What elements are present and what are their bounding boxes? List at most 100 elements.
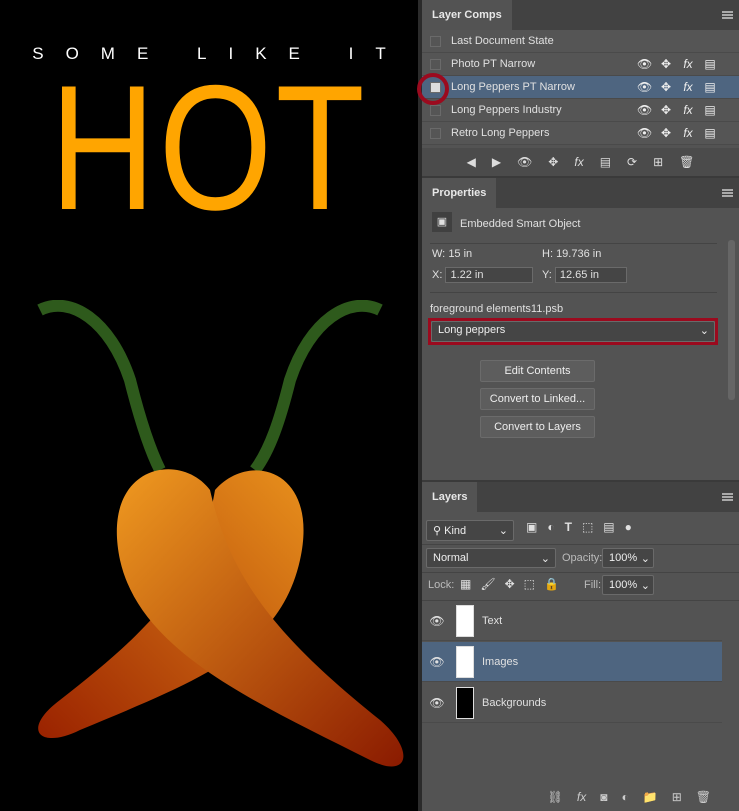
layer-row[interactable]: 👁 Images <box>422 642 722 682</box>
new-comp-icon[interactable]: ⊞ <box>653 155 663 169</box>
layer-thumbnail <box>456 686 474 719</box>
fill-input[interactable]: 100% ⌄ <box>602 575 654 595</box>
layer-comp-label: Long Peppers Industry <box>451 104 562 116</box>
smart-object-filter-icon[interactable]: ▤ <box>603 520 614 534</box>
x-input[interactable]: 1.22 in <box>445 267 534 283</box>
visibility-icon[interactable]: 👁 <box>637 80 652 94</box>
layer-row[interactable]: 👁 Backgrounds <box>422 683 722 723</box>
layer-name: Images <box>482 655 519 668</box>
position-comp-icon[interactable]: ✥ <box>548 155 558 169</box>
position-icon[interactable]: ✥ <box>659 80 673 94</box>
convert-to-layers-button[interactable]: Convert to Layers <box>480 416 595 438</box>
appearance-icon[interactable]: ▤ <box>703 103 717 117</box>
apply-comp-checkbox[interactable] <box>430 35 441 47</box>
w-label: W: <box>432 248 446 260</box>
update-icon[interactable]: ⟳ <box>627 155 637 169</box>
highlight-circle <box>417 73 449 105</box>
lock-position-icon[interactable]: ✥ <box>505 577 515 591</box>
lock-all-icon[interactable]: 🔒 <box>544 577 559 591</box>
tab-layers[interactable]: Layers <box>422 482 478 512</box>
blend-mode-select[interactable]: Normal ⌄ <box>426 548 556 568</box>
appearance-icon[interactable]: ▤ <box>703 57 717 71</box>
height-value: 19.736 in <box>556 248 602 260</box>
visibility-icon[interactable]: 👁 <box>637 103 652 117</box>
panel-menu-icon[interactable] <box>722 493 733 501</box>
apply-comp-checkbox[interactable] <box>430 104 441 116</box>
layer-comp-row[interactable]: Last Document State <box>422 30 739 53</box>
position-icon[interactable]: ✥ <box>659 57 673 71</box>
layer-comp-label: Last Document State <box>451 35 554 47</box>
visibility-icon[interactable]: 👁 <box>637 126 652 140</box>
filter-toggle[interactable]: ● <box>625 520 632 534</box>
appearance-comp-icon[interactable]: ▤ <box>600 155 611 169</box>
fx-icon[interactable]: fx <box>681 103 695 117</box>
adjustment-filter-icon[interactable]: ◐ <box>547 520 554 534</box>
scrollbar[interactable] <box>728 240 735 400</box>
position-icon[interactable]: ✥ <box>659 103 673 117</box>
trash-icon[interactable]: 🗑 <box>696 790 711 804</box>
appearance-icon[interactable]: ▤ <box>703 126 717 140</box>
layer-comp-row[interactable]: Retro Long Peppers 👁 ✥ fx ▤ <box>422 122 739 145</box>
layer-comp-select[interactable]: Long peppers ⌄ <box>431 321 715 342</box>
new-layer-icon[interactable]: ⊞ <box>672 790 682 804</box>
properties-panel: Properties ▣ Embedded Smart Object W: 15… <box>422 178 739 480</box>
layer-comp-row[interactable]: Long Peppers Industry 👁 ✥ fx ▤ <box>422 99 739 122</box>
adjustment-layer-icon[interactable]: ◐ <box>622 790 629 804</box>
edit-contents-button[interactable]: Edit Contents <box>480 360 595 382</box>
layer-comp-label: Photo PT Narrow <box>451 58 536 70</box>
lock-pixels-icon[interactable]: 🖌 <box>480 577 495 591</box>
layer-name: Backgrounds <box>482 696 547 709</box>
visibility-eye-icon[interactable]: 👁 <box>422 696 452 710</box>
search-icon: ⚲ <box>433 525 442 537</box>
visibility-icon[interactable]: 👁 <box>637 57 652 71</box>
visibility-comp-icon[interactable]: 👁 <box>517 155 532 169</box>
y-input[interactable]: 12.65 in <box>554 267 627 283</box>
apply-comp-checkbox[interactable] <box>430 58 441 70</box>
opacity-input[interactable]: 100% ⌄ <box>602 548 654 568</box>
visibility-eye-icon[interactable]: 👁 <box>422 655 452 669</box>
pixel-filter-icon[interactable]: ▣ <box>526 520 537 534</box>
h-label: H: <box>542 248 553 260</box>
fx-icon[interactable]: fx <box>681 126 695 140</box>
fx-comp-icon[interactable]: fx <box>574 155 583 169</box>
layer-comps-toolbar: ◀ ▶ 👁 ✥ fx ▤ ⟳ ⊞ 🗑 <box>422 148 739 176</box>
appearance-icon[interactable]: ▤ <box>703 80 717 94</box>
layer-comp-label: Long Peppers PT Narrow <box>451 81 575 93</box>
convert-to-linked-button[interactable]: Convert to Linked... <box>480 388 595 410</box>
kind-value: Kind <box>444 525 467 537</box>
previous-comp-icon[interactable]: ◀ <box>467 155 476 169</box>
layer-thumbnail <box>456 604 474 637</box>
chevron-down-icon: ⌄ <box>699 325 709 337</box>
layer-comp-row[interactable]: Long Peppers PT Narrow 👁 ✥ fx ▤ <box>422 76 739 99</box>
link-layers-icon[interactable]: ⛓ <box>548 790 563 804</box>
x-label: X: <box>432 269 443 281</box>
add-mask-icon[interactable]: ◙ <box>600 790 607 804</box>
panel-menu-icon[interactable] <box>722 11 733 19</box>
position-icon[interactable]: ✥ <box>659 126 673 140</box>
fx-icon[interactable]: fx <box>681 57 695 71</box>
visibility-eye-icon[interactable]: 👁 <box>422 614 452 628</box>
apply-comp-checkbox[interactable] <box>430 127 441 139</box>
panel-menu-icon[interactable] <box>722 189 733 197</box>
chili-peppers-image <box>37 300 404 767</box>
headline: HOT <box>50 48 368 247</box>
lock-transparency-icon[interactable]: ▦ <box>460 577 471 591</box>
layers-panel: Layers ⚲ Kind ⌄ ▣ ◐ T ⬚ ▤ ● Normal ⌄ Opacity: 1… <box>422 482 739 811</box>
kind-filter-select[interactable]: ⚲ Kind ⌄ <box>426 520 514 541</box>
new-group-icon[interactable]: 📁 <box>643 790 658 804</box>
opacity-label: Opacity: <box>562 552 603 564</box>
layer-row[interactable]: 👁 Text <box>422 601 722 641</box>
next-comp-icon[interactable]: ▶ <box>492 155 501 169</box>
lock-artboard-icon[interactable]: ⬚ <box>524 577 535 591</box>
fx-icon[interactable]: fx <box>681 80 695 94</box>
tab-layer-comps[interactable]: Layer Comps <box>422 0 512 30</box>
trash-icon[interactable]: 🗑 <box>679 155 694 169</box>
chevron-down-icon: ⌄ <box>540 553 550 565</box>
layer-style-icon[interactable]: fx <box>577 790 586 804</box>
type-filter-icon[interactable]: T <box>565 520 572 534</box>
layer-comp-row[interactable]: Photo PT Narrow 👁 ✥ fx ▤ <box>422 53 739 76</box>
object-type: Embedded Smart Object <box>460 218 581 230</box>
chevron-down-icon: ⌄ <box>640 580 650 592</box>
tab-properties[interactable]: Properties <box>422 178 497 208</box>
shape-filter-icon[interactable]: ⬚ <box>582 520 593 534</box>
